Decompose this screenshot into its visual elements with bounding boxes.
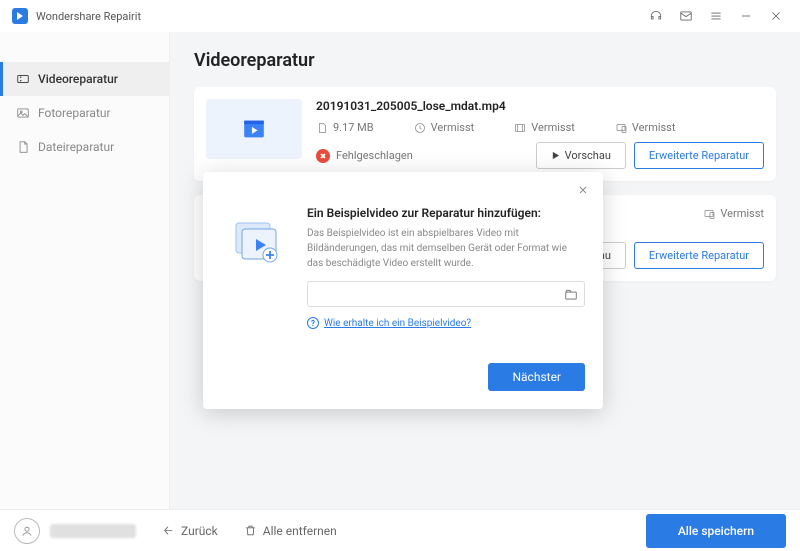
file-device: Vermisst [615,121,676,134]
preview-button[interactable]: Vorschau [536,142,626,169]
page-title: Videoreparatur [194,50,776,71]
app-logo [12,8,28,24]
user-avatar[interactable] [14,518,40,544]
headset-icon[interactable] [644,4,668,28]
advanced-repair-button[interactable]: Erweiterte Reparatur [634,242,764,269]
sample-video-illustration-icon [221,206,291,276]
save-all-button[interactable]: Alle speichern [646,514,786,548]
video-repair-icon [16,72,30,86]
file-size: 9.17 MB [316,121,374,134]
modal-title: Ein Beispielvideo zur Reparatur hinzufüg… [307,206,585,220]
file-card: 20191031_205005_lose_mdat.mp4 9.17 MB Ve… [194,87,776,181]
modal-description: Das Beispielvideo ist ein abspielbares V… [307,226,585,271]
sidebar: Videoreparatur Fotoreparatur Dateirepara… [0,32,170,509]
help-icon: ? [307,317,319,329]
modal-close-button[interactable] [575,182,591,198]
browse-folder-icon[interactable] [564,287,578,301]
minimize-icon[interactable] [734,4,758,28]
modal-help-link[interactable]: ? Wie erhalte ich ein Beispielvideo? [307,317,585,329]
remove-all-button[interactable]: Alle entfernen [244,524,337,538]
sidebar-item-label: Videoreparatur [38,72,118,86]
sample-video-input[interactable] [316,288,564,301]
advanced-repair-button[interactable]: Erweiterte Reparatur [634,142,764,169]
footer: Zurück Alle entfernen Alle speichern [0,509,800,551]
video-thumbnail [206,99,302,159]
sidebar-item-file[interactable]: Dateireparatur [0,130,169,164]
titlebar: Wondershare Repairit [0,0,800,32]
file-status: Fehlgeschlagen [316,149,413,163]
user-name-blurred [50,524,136,538]
file-name: 20191031_205005_lose_mdat.mp4 [316,99,764,113]
sample-video-modal: Ein Beispielvideo zur Reparatur hinzufüg… [203,172,603,409]
app-title: Wondershare Repairit [36,10,141,23]
file-repair-icon [16,140,30,154]
sample-video-input-wrap [307,281,585,307]
menu-icon[interactable] [704,4,728,28]
close-icon[interactable] [764,4,788,28]
mail-icon[interactable] [674,4,698,28]
sidebar-item-photo[interactable]: Fotoreparatur [0,96,169,130]
back-button[interactable]: Zurück [162,524,218,538]
file-device: Vermisst [703,207,764,220]
sidebar-item-video[interactable]: Videoreparatur [0,62,169,96]
error-icon [316,149,330,163]
sidebar-item-label: Dateireparatur [38,140,114,154]
sidebar-item-label: Fotoreparatur [38,106,111,120]
file-resolution: Vermisst [514,121,575,134]
file-duration: Vermisst [414,121,475,134]
modal-next-button[interactable]: Nächster [488,363,585,391]
photo-repair-icon [16,106,30,120]
